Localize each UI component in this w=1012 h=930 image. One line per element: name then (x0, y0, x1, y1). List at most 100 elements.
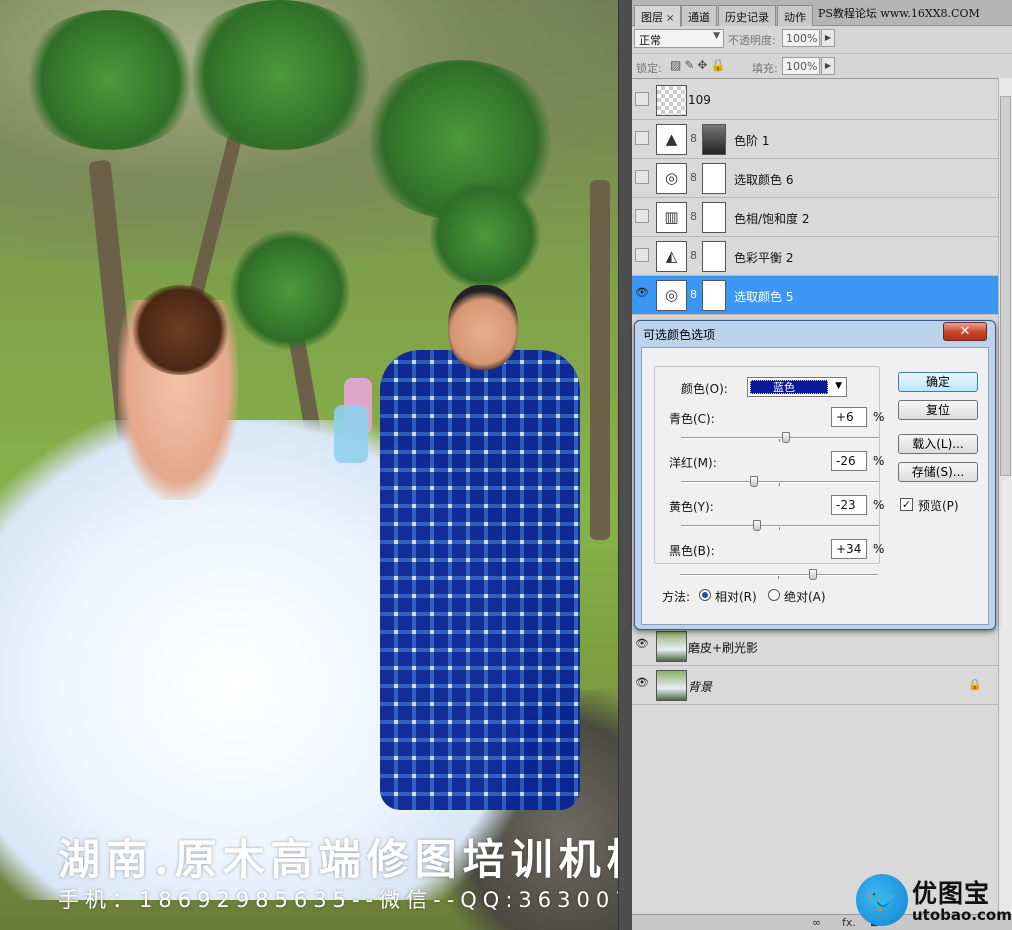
visibility-toggle[interactable] (635, 131, 649, 145)
color-select[interactable]: 蓝色 ▼ (747, 377, 847, 397)
method-absolute-label: 绝对(A) (784, 590, 826, 604)
tree-foliage (430, 180, 540, 290)
chevron-down-icon: ▼ (835, 381, 842, 391)
tab-history[interactable]: 历史记录 (718, 5, 776, 26)
groom-suit (380, 350, 580, 810)
eye-icon[interactable]: 👁 (635, 677, 649, 691)
site-logo: 🐦 优图宝 utobao.com (856, 872, 1012, 930)
mask-thumbnail (702, 202, 726, 233)
method-relative-radio[interactable] (699, 589, 711, 601)
layer-name: 磨皮+刷光影 (688, 641, 759, 655)
reset-button[interactable]: 复位 (898, 400, 978, 420)
slider-center-tick (779, 527, 780, 530)
magenta-input[interactable]: -26 (831, 451, 867, 471)
cyan-slider-track[interactable] (681, 432, 879, 443)
tree-foliage (20, 10, 200, 150)
mask-thumbnail (702, 163, 726, 194)
yellow-slider-knob[interactable] (753, 520, 761, 531)
opacity-arrow-icon[interactable]: ▶ (821, 29, 835, 47)
color-label: 颜色(O): (681, 382, 728, 396)
selective-color-icon: ◎ (656, 163, 687, 194)
visibility-toggle[interactable] (635, 170, 649, 184)
yellow-label: 黄色(Y): (669, 500, 714, 514)
panel-tabs: 图层 × 通道 历史记录 动作 PS教程论坛 www.16XX8.COM (632, 0, 1012, 27)
link-icon: 8 (690, 132, 697, 145)
hue-saturation-icon: ▥ (656, 202, 687, 233)
fill-arrow-icon[interactable]: ▶ (821, 57, 835, 75)
magenta-slider-knob[interactable] (750, 476, 758, 487)
scrollbar-thumb[interactable] (1000, 96, 1011, 476)
magenta-slider-track[interactable] (681, 476, 879, 487)
layer-name: 109 (688, 93, 711, 107)
slider-center-tick (778, 576, 779, 579)
opacity-input[interactable]: 100% (782, 29, 820, 47)
color-balance-icon: ◭ (656, 241, 687, 272)
visibility-toggle[interactable] (635, 209, 649, 223)
layer-row[interactable]: 109 (632, 81, 998, 120)
magenta-unit: % (873, 454, 885, 468)
ok-button[interactable]: 确定 (898, 372, 978, 392)
canvas-photo: 湖南.原木高端修图培训机构出品 手机：18692985635--微信--QQ:3… (0, 0, 618, 930)
fill-label: 填充: (752, 62, 778, 75)
dialog-title: 可选颜色选项 (643, 328, 716, 342)
close-button[interactable]: ✕ (943, 322, 987, 341)
black-input[interactable]: +34 (831, 539, 867, 559)
close-icon[interactable]: × (666, 13, 674, 24)
watermark-contact: 手机：18692985635--微信--QQ:363007626 (58, 888, 618, 912)
slider-center-tick (779, 483, 780, 486)
tab-layers[interactable]: 图层 × (634, 5, 682, 27)
blend-mode-select[interactable]: 正常 ▼ (634, 29, 724, 48)
tree-trunk (590, 180, 610, 540)
layer-row[interactable]: ▲ 8 色阶 1 (632, 120, 998, 159)
load-button[interactable]: 载入(L)... (898, 434, 978, 454)
cyan-input[interactable]: +6 (831, 407, 867, 427)
levels-icon: ▲ (656, 124, 687, 155)
fill-input[interactable]: 100% (782, 57, 820, 75)
visibility-toggle[interactable] (635, 92, 649, 106)
yellow-input[interactable]: -23 (831, 495, 867, 515)
selective-color-icon: ◎ (656, 280, 687, 311)
eye-icon[interactable]: 👁 (635, 287, 649, 301)
black-slider-knob[interactable] (809, 569, 817, 580)
layer-thumbnail (656, 670, 687, 701)
tab-actions[interactable]: 动作 (777, 5, 813, 26)
blend-row: 正常 ▼ 不透明度: 100% ▶ (632, 27, 1012, 51)
layers-scrollbar[interactable] (998, 78, 1012, 914)
preview-checkbox[interactable]: ✓ (900, 498, 913, 511)
layer-thumbnail (656, 85, 687, 116)
cyan-label: 青色(C): (669, 412, 715, 426)
lock-options-icons[interactable]: ▨✎✥🔒 (670, 58, 728, 72)
visibility-toggle[interactable] (635, 248, 649, 262)
layer-name: 选取颜色 6 (734, 173, 794, 187)
link-icon: 8 (690, 249, 697, 262)
tab-channels[interactable]: 通道 (681, 5, 717, 26)
black-slider-track[interactable] (680, 569, 878, 580)
yellow-unit: % (873, 498, 885, 512)
save-button[interactable]: 存储(S)... (898, 462, 978, 482)
layer-row[interactable]: ◭ 8 色彩平衡 2 (632, 237, 998, 276)
yellow-slider-track[interactable] (681, 520, 879, 531)
method-relative-label: 相对(R) (715, 590, 757, 604)
tree-foliage (180, 0, 380, 150)
fx-icon[interactable]: fx. (842, 916, 856, 929)
layer-row[interactable]: 👁 背景 🔒 (632, 666, 998, 705)
tree-foliage (230, 230, 350, 350)
layer-row[interactable]: ◎ 8 选取颜色 6 (632, 159, 998, 198)
layer-row[interactable]: ▥ 8 色相/饱和度 2 (632, 198, 998, 237)
dialog-body: 颜色(O): 蓝色 ▼ 青色(C): +6 % 洋红(M): -26 % 黄色(… (641, 347, 989, 625)
cyan-slider-knob[interactable] (782, 432, 790, 443)
mask-thumbnail (702, 124, 726, 155)
black-unit: % (873, 542, 885, 556)
layer-row-selected[interactable]: 👁 ◎ 8 选取颜色 5 (632, 276, 998, 315)
eye-icon[interactable]: 👁 (635, 638, 649, 652)
cyan-unit: % (873, 410, 885, 424)
layer-name: 选取颜色 5 (734, 290, 794, 304)
layer-row[interactable]: 👁 磨皮+刷光影 (632, 627, 998, 666)
mask-thumbnail (702, 280, 726, 311)
method-absolute-radio[interactable] (768, 589, 780, 601)
opacity-label: 不透明度: (728, 34, 776, 47)
link-icon: 8 (690, 210, 697, 223)
method-label: 方法: (662, 590, 691, 604)
link-layers-icon[interactable]: ∞ (812, 916, 821, 929)
layer-thumbnail (656, 631, 687, 662)
